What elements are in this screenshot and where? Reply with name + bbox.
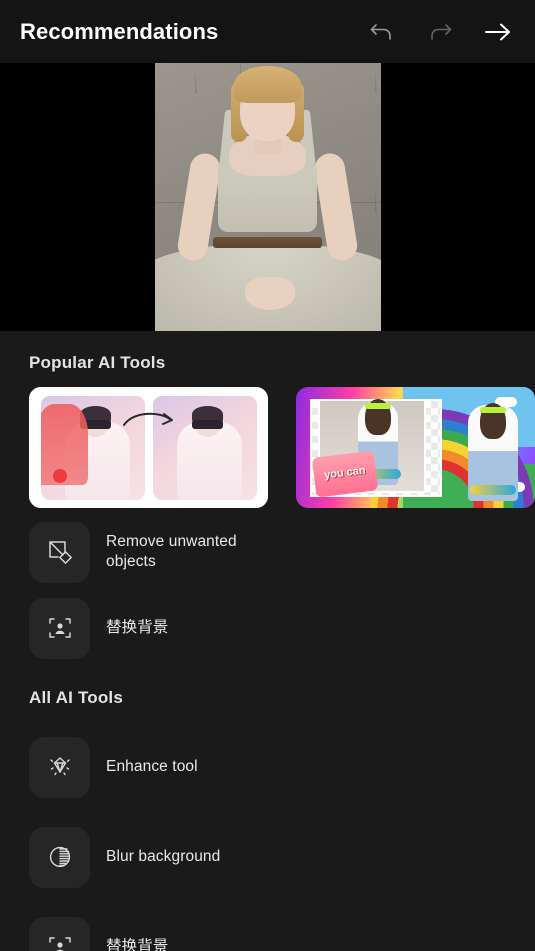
tool-enhance-tool[interactable]: Enhance tool [29,722,297,812]
photo-belt [213,236,322,248]
popular-tools-labels: Remove unwanted objects 替换背景 [0,508,535,666]
card-model-visor [480,407,506,413]
card-transform-arrow-icon [121,409,177,431]
tool-label: Enhance tool [106,757,198,775]
photo-hands [244,277,295,310]
replace-background-icon [29,597,90,659]
arrow-right-icon[interactable] [483,17,513,47]
image-preview-area[interactable] [0,63,535,331]
tool-blur-background[interactable]: Blur background [29,812,297,902]
card-sticker-text: you can [311,450,379,498]
undo-arrow-icon[interactable] [367,17,397,47]
tool-label: Blur background [106,847,221,865]
all-tools-grid: Enhance tool Blur background 替换背景 [0,722,535,951]
app-root: Recommendations Popular AI Tools you can… [0,0,535,951]
all-section-title: All AI Tools [29,688,124,707]
popular-tool-label: Remove unwanted objects [106,532,237,570]
remove-object-icon [29,521,90,583]
popular-tool-replace-background[interactable]: 替换背景 [29,590,297,666]
app-header: Recommendations [0,0,535,63]
tool-label: 替换背景 [106,937,169,951]
card-model-skateboard [470,485,516,495]
remove-unwanted-objects-card[interactable] [29,387,268,508]
card-brush-dot [52,468,67,483]
blur-circle-icon [29,826,90,888]
popular-tool-label: 替换背景 [106,618,169,636]
preview-photo [154,63,381,331]
card-model-result [468,403,518,501]
tool-replace-background[interactable]: 替换背景 [29,902,297,951]
popular-cards-row[interactable]: you can [0,387,535,508]
replace-background-card[interactable]: you can [296,387,535,508]
diamond-sparkle-icon [29,736,90,798]
card-person-glasses [192,420,224,429]
popular-tool-remove-unwanted-objects[interactable]: Remove unwanted objects [29,514,297,590]
tools-panel: Popular AI Tools you can Remove unwanted… [0,331,535,951]
card-model-visor [365,403,391,409]
page-title: Recommendations [20,18,219,44]
photo-hair-top [233,65,302,104]
header-actions [367,17,519,47]
popular-section-title: Popular AI Tools [29,353,166,372]
replace-background-icon [29,916,90,951]
redo-arrow-icon[interactable] [425,17,455,47]
